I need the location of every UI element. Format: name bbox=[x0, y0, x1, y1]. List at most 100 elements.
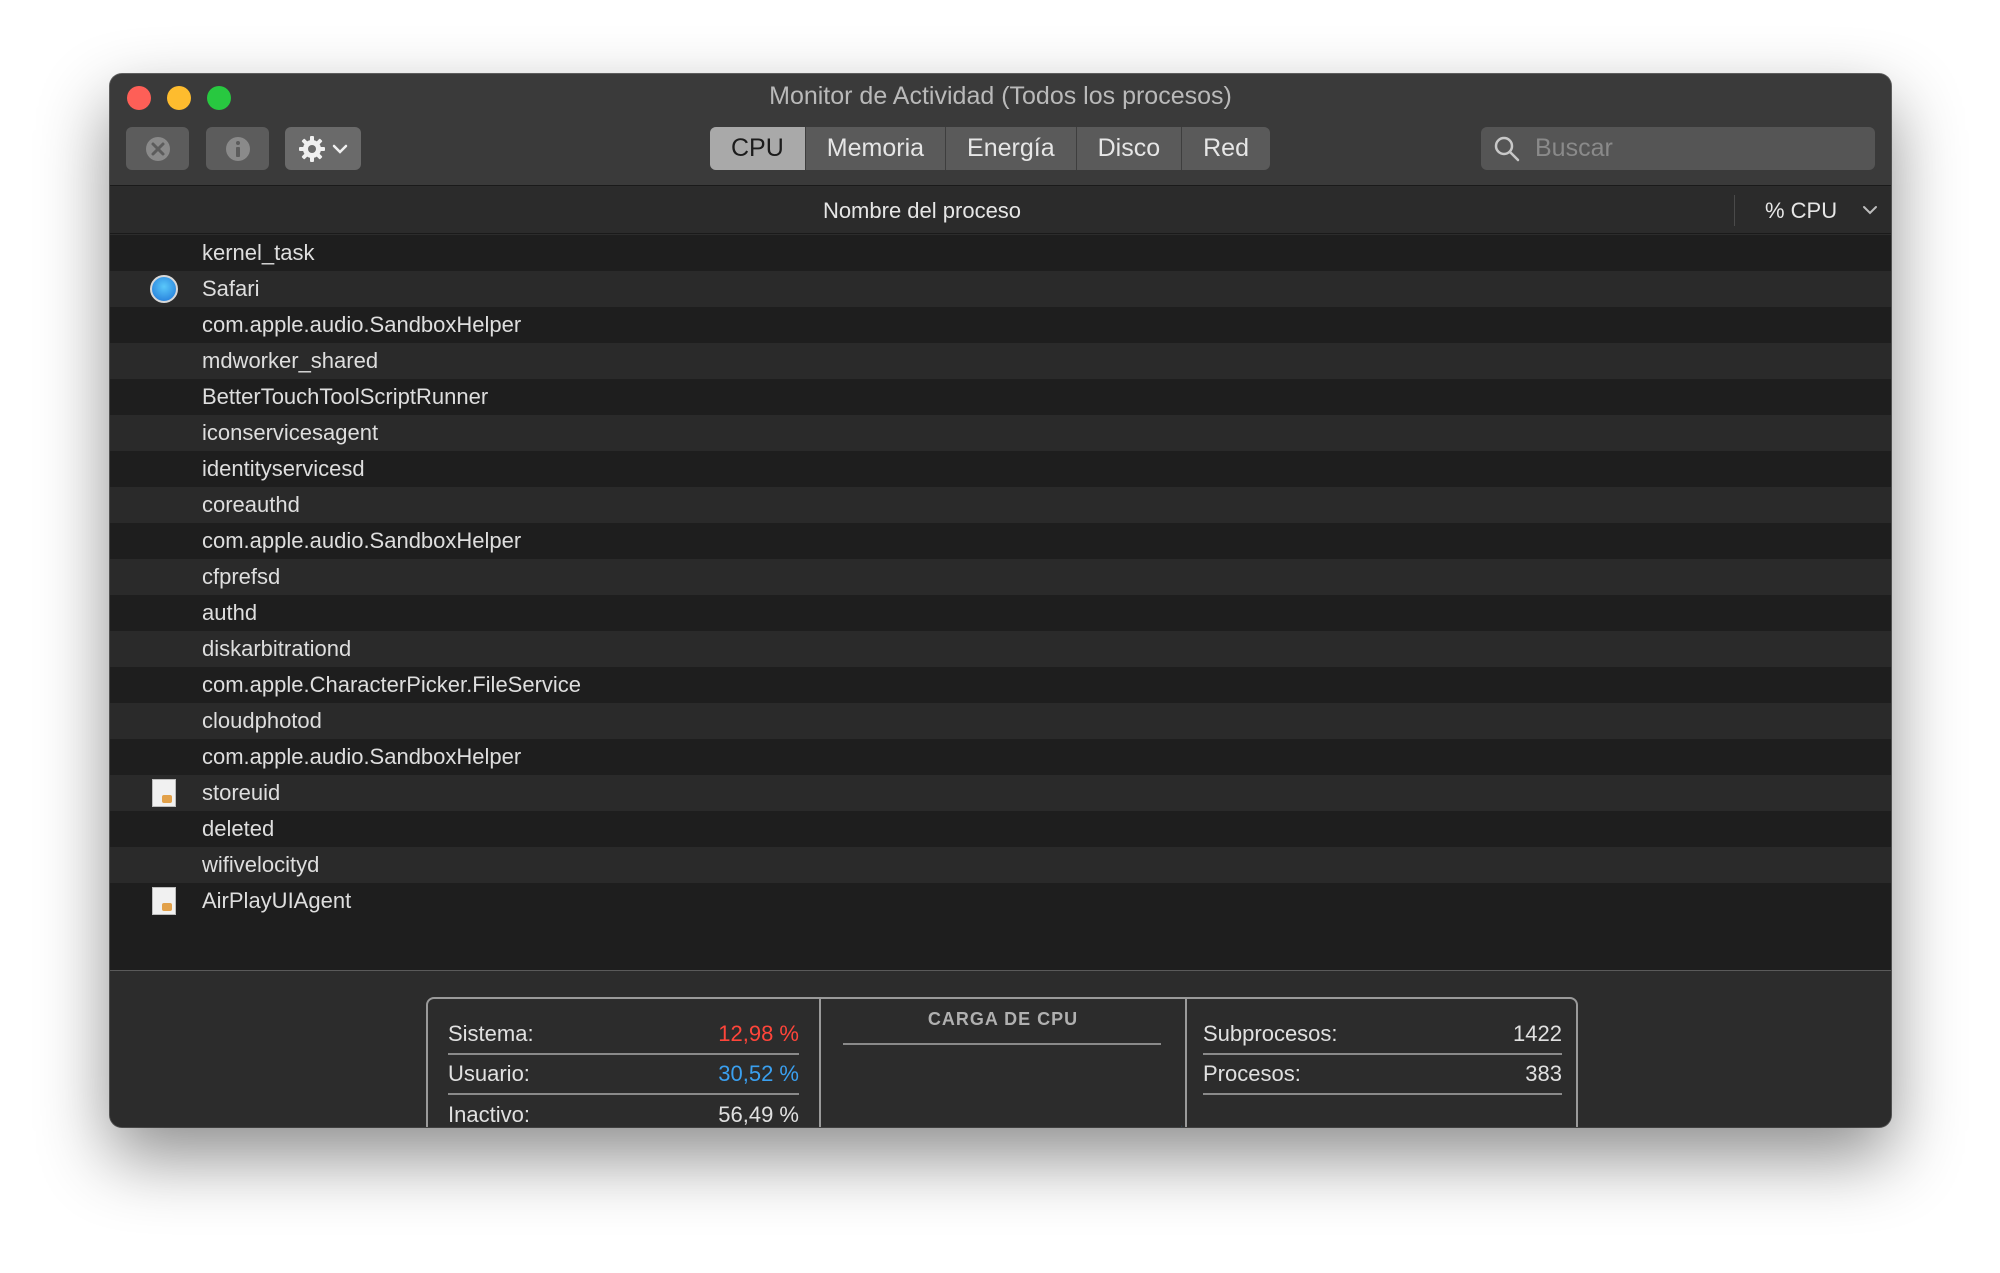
stat-label: Inactivo: bbox=[448, 1102, 530, 1127]
stat-inactivo: Inactivo: 56,49 % bbox=[448, 1095, 799, 1127]
process-icon-cell bbox=[110, 739, 202, 775]
stat-procesos: Procesos: 383 bbox=[1203, 1055, 1562, 1095]
gear-menu-button[interactable] bbox=[285, 127, 361, 170]
table-row[interactable]: diskarbitrationd bbox=[110, 631, 1891, 667]
cpu-summary: Sistema: 12,98 % Usuario: 30,52 % Inacti… bbox=[110, 970, 1891, 1127]
process-name: coreauthd bbox=[202, 492, 300, 517]
table-row[interactable]: iconservicesagent bbox=[110, 415, 1891, 451]
table-row[interactable]: AirPlayUIAgent bbox=[110, 883, 1891, 919]
process-icon-cell bbox=[110, 631, 202, 667]
process-icon-cell bbox=[110, 523, 202, 559]
window-title: Monitor de Actividad (Todos los procesos… bbox=[769, 82, 1232, 110]
process-name: iconservicesagent bbox=[202, 420, 379, 445]
search-field[interactable] bbox=[1481, 127, 1875, 170]
info-icon bbox=[225, 136, 250, 161]
stop-process-button[interactable] bbox=[126, 127, 189, 170]
process-name: com.apple.CharacterPicker.FileService bbox=[202, 672, 582, 697]
cpu-load-graph-panel: CARGA DE CPU bbox=[821, 999, 1187, 1127]
stat-value-usuario: 30,52 % bbox=[718, 1061, 799, 1086]
cpu-summary-panel: Sistema: 12,98 % Usuario: 30,52 % Inacti… bbox=[426, 997, 1578, 1127]
process-icon-cell bbox=[110, 703, 202, 739]
process-name: com.apple.audio.SandboxHelper bbox=[202, 312, 522, 337]
process-icon-cell bbox=[110, 667, 202, 703]
column-header-process-name[interactable]: Nombre del proceso bbox=[110, 187, 1734, 234]
process-icon-cell bbox=[110, 883, 202, 919]
column-divider bbox=[1734, 195, 1735, 226]
table-row[interactable]: Safari bbox=[110, 271, 1891, 307]
search-input[interactable] bbox=[1535, 134, 1865, 163]
process-icon-cell bbox=[110, 487, 202, 523]
process-icon-cell bbox=[110, 271, 202, 307]
process-name: mdworker_shared bbox=[202, 348, 379, 373]
document-icon bbox=[152, 779, 176, 807]
table-row[interactable]: wifivelocityd bbox=[110, 847, 1891, 883]
table-row[interactable]: com.apple.CharacterPicker.FileService bbox=[110, 667, 1891, 703]
sort-chevron-icon[interactable] bbox=[1861, 201, 1879, 219]
process-name: AirPlayUIAgent bbox=[202, 888, 352, 913]
stat-label: Procesos: bbox=[1203, 1061, 1301, 1086]
column-header-cpu[interactable]: % CPU bbox=[1765, 187, 1837, 234]
process-counts: Subprocesos: 1422 Procesos: 383 bbox=[1187, 999, 1576, 1127]
table-row[interactable]: BetterTouchToolScriptRunner bbox=[110, 379, 1891, 415]
stat-value-sistema: 12,98 % bbox=[718, 1021, 799, 1046]
tab-disco[interactable]: Disco bbox=[1077, 127, 1183, 170]
process-icon-cell bbox=[110, 451, 202, 487]
search-icon bbox=[1494, 136, 1520, 161]
safari-icon bbox=[150, 275, 178, 303]
process-name: wifivelocityd bbox=[202, 852, 320, 877]
table-header: Nombre del proceso % CPU bbox=[110, 187, 1891, 234]
cpu-load-user-spike bbox=[1181, 1125, 1183, 1127]
process-icon-cell bbox=[110, 559, 202, 595]
table-row[interactable]: cloudphotod bbox=[110, 703, 1891, 739]
table-row[interactable]: identityservicesd bbox=[110, 451, 1891, 487]
process-table[interactable]: kernel_task Safari com.apple.audio.Sandbox… bbox=[110, 235, 1891, 970]
table-row[interactable]: deleted bbox=[110, 811, 1891, 847]
tab-energia[interactable]: Energía bbox=[946, 127, 1077, 170]
process-name: Safari bbox=[202, 276, 260, 301]
process-name: cloudphotod bbox=[202, 708, 322, 733]
process-icon-cell bbox=[110, 307, 202, 343]
process-name: diskarbitrationd bbox=[202, 636, 352, 661]
table-row[interactable]: com.apple.audio.SandboxHelper bbox=[110, 307, 1891, 343]
stat-value-subprocesos: 1422 bbox=[1513, 1021, 1562, 1046]
stat-label: Usuario: bbox=[448, 1061, 530, 1086]
tab-cpu[interactable]: CPU bbox=[710, 127, 806, 170]
table-row[interactable]: authd bbox=[110, 595, 1891, 631]
table-row[interactable]: com.apple.audio.SandboxHelper bbox=[110, 739, 1891, 775]
x-circle-icon bbox=[145, 136, 170, 161]
table-row[interactable]: kernel_task bbox=[110, 235, 1891, 271]
table-row[interactable]: mdworker_shared bbox=[110, 343, 1891, 379]
view-tabs: CPU Memoria Energía Disco Red bbox=[710, 127, 1270, 170]
tab-memoria[interactable]: Memoria bbox=[806, 127, 947, 170]
process-name: com.apple.audio.SandboxHelper bbox=[202, 744, 522, 769]
process-name: deleted bbox=[202, 816, 275, 841]
process-name: kernel_task bbox=[202, 240, 315, 265]
process-icon-cell bbox=[110, 775, 202, 811]
table-row[interactable]: com.apple.audio.SandboxHelper bbox=[110, 523, 1891, 559]
cpu-usage-breakdown: Sistema: 12,98 % Usuario: 30,52 % Inacti… bbox=[428, 999, 821, 1127]
stat-value-inactivo: 56,49 % bbox=[718, 1102, 799, 1127]
process-name: com.apple.audio.SandboxHelper bbox=[202, 528, 522, 553]
stat-value-procesos: 383 bbox=[1525, 1061, 1562, 1086]
stat-usuario: Usuario: 30,52 % bbox=[448, 1055, 799, 1095]
activity-monitor-window: Monitor de Actividad (Todos los procesos… bbox=[110, 74, 1891, 1127]
chevron-down-icon bbox=[332, 144, 348, 154]
process-name: BetterTouchToolScriptRunner bbox=[202, 384, 489, 409]
process-icon-cell bbox=[110, 379, 202, 415]
process-name: cfprefsd bbox=[202, 564, 281, 589]
table-row[interactable]: cfprefsd bbox=[110, 559, 1891, 595]
process-name: authd bbox=[202, 600, 258, 625]
table-row[interactable]: storeuid bbox=[110, 775, 1891, 811]
process-icon-cell bbox=[110, 343, 202, 379]
process-icon-cell bbox=[110, 811, 202, 847]
stat-subprocesos: Subprocesos: 1422 bbox=[1203, 1015, 1562, 1055]
toolbar: Monitor de Actividad (Todos los procesos… bbox=[110, 74, 1891, 186]
tab-red[interactable]: Red bbox=[1182, 127, 1270, 170]
process-name: identityservicesd bbox=[202, 456, 365, 481]
inspect-process-button[interactable] bbox=[206, 127, 269, 170]
table-row[interactable]: coreauthd bbox=[110, 487, 1891, 523]
process-icon-cell bbox=[110, 235, 202, 271]
stat-sistema: Sistema: 12,98 % bbox=[448, 1015, 799, 1055]
stat-label: Subprocesos: bbox=[1203, 1021, 1338, 1046]
stat-label: Sistema: bbox=[448, 1021, 534, 1046]
